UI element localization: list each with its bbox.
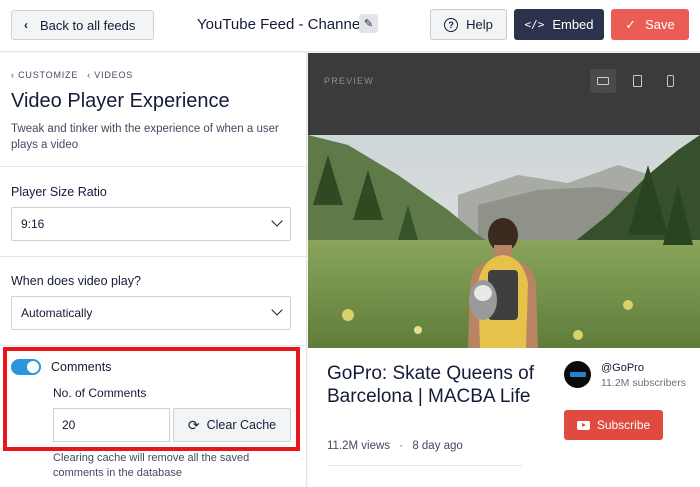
customizer-sidebar: ‹ Customize ‹ Videos Video Player Experi…	[0, 53, 307, 487]
help-label: Help	[466, 17, 493, 32]
video-title[interactable]: GoPro: Skate Queens of Barcelona | MACBA…	[327, 362, 547, 408]
page-description: Tweak and tinker with the experience of …	[11, 123, 279, 151]
save-button[interactable]: ✓ Save	[611, 9, 689, 40]
check-icon: ✓	[625, 16, 637, 32]
video-play-select[interactable]: Automatically	[11, 296, 291, 330]
player-size-select[interactable]: 9:16	[11, 207, 291, 241]
code-icon: </>	[524, 18, 545, 31]
player-size-label: Player Size Ratio	[11, 185, 107, 199]
pencil-icon[interactable]: ✎	[359, 14, 378, 33]
toggle-knob	[27, 361, 39, 373]
question-icon: ?	[444, 17, 459, 32]
preview-header: Preview	[308, 53, 700, 135]
top-bar: ‹ Back to all feeds YouTube Feed - Chann…	[0, 0, 700, 52]
comments-label: Comments	[51, 360, 112, 374]
chevron-down-icon	[271, 215, 283, 227]
preview-panel: Preview	[308, 53, 700, 487]
refresh-icon: ⟳	[187, 416, 200, 433]
feed-title: YouTube Feed - Channel	[197, 16, 364, 33]
video-card: GoPro: Skate Queens of Barcelona | MACBA…	[308, 348, 700, 487]
embed-button[interactable]: </> Embed	[514, 9, 604, 40]
comments-count-label: No. of Comments	[53, 386, 147, 400]
divider	[0, 166, 306, 167]
back-label: Back to all feeds	[40, 17, 136, 33]
breadcrumb-customize[interactable]: ‹ Customize	[11, 70, 78, 80]
video-meta: 11.2M views · 8 day ago	[327, 440, 463, 452]
breadcrumb: ‹ Customize ‹ Videos	[11, 70, 133, 80]
desktop-view-button[interactable]	[590, 69, 616, 93]
breadcrumb-videos[interactable]: ‹ Videos	[87, 70, 133, 80]
comments-toggle-row: Comments	[11, 359, 111, 375]
video-thumbnail[interactable]	[308, 135, 700, 348]
youtube-icon	[576, 420, 590, 430]
video-views: 11.2M views	[327, 440, 391, 452]
desktop-icon	[597, 77, 609, 85]
clear-cache-button[interactable]: ⟳ Clear Cache	[173, 408, 291, 442]
comments-count-input[interactable]	[53, 408, 170, 442]
tablet-icon	[632, 75, 642, 87]
channel-name[interactable]: @GoPro	[601, 362, 644, 374]
video-age: 8 day ago	[412, 440, 463, 452]
channel-avatar[interactable]	[564, 361, 591, 388]
player-size-value: 9:16	[21, 217, 45, 231]
video-play-label: When does video play?	[11, 274, 141, 288]
chevron-left-icon: ‹	[24, 18, 28, 32]
clear-cache-label: Clear Cache	[206, 418, 277, 432]
save-label: Save	[645, 17, 675, 32]
divider	[0, 256, 306, 257]
subscribe-button[interactable]: Subscribe	[564, 410, 663, 440]
chevron-down-icon	[271, 304, 283, 316]
tablet-view-button[interactable]	[624, 69, 650, 93]
subscribe-label: Subscribe	[596, 418, 651, 432]
comments-toggle[interactable]	[11, 359, 41, 375]
meta-separator: ·	[399, 440, 404, 452]
phone-view-button[interactable]	[657, 69, 683, 93]
video-play-value: Automatically	[21, 306, 93, 320]
help-button[interactable]: ? Help	[430, 9, 507, 40]
divider	[327, 465, 522, 466]
channel-subscribers: 11.2M subscribers	[601, 377, 687, 389]
preview-label: Preview	[324, 76, 374, 86]
back-to-feeds-button[interactable]: ‹ Back to all feeds	[11, 10, 154, 40]
phone-icon	[666, 75, 674, 87]
divider	[0, 345, 306, 346]
gopro-logo-icon	[569, 372, 586, 377]
embed-label: Embed	[552, 17, 594, 32]
page-title: Video Player Experience	[11, 90, 230, 112]
video-thumbnail-image	[308, 135, 700, 348]
clear-cache-note: Clearing cache will remove all the saved…	[53, 452, 250, 479]
